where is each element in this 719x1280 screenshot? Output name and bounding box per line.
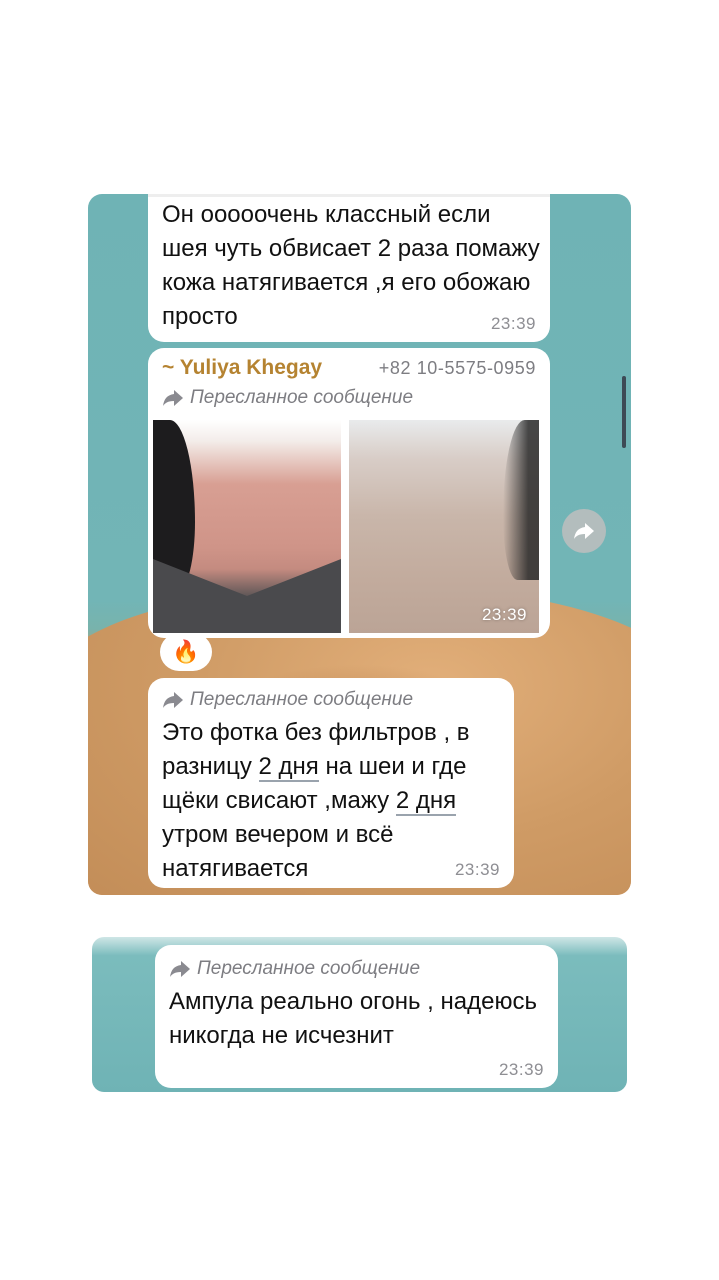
date-link[interactable]: 2 дня (258, 753, 319, 782)
neck-photo-before[interactable] (153, 420, 341, 633)
forwarded-label-text: Пересланное сообщение (197, 958, 421, 979)
photo-album: 23:39 (153, 420, 539, 633)
share-arrow-icon (574, 523, 594, 539)
forwarded-label-text: Пересланное сообщение (190, 387, 414, 408)
sender-row: ~ Yuliya Khegay +82 10-5575-0959 (162, 354, 536, 382)
fire-reaction[interactable]: 🔥 (160, 633, 212, 671)
share-button[interactable] (562, 509, 606, 553)
neck-photo-after[interactable]: 23:39 (349, 420, 539, 633)
sender-name[interactable]: ~ Yuliya Khegay (162, 356, 322, 380)
message-text-part: утром вечером и всё натягивается (162, 821, 394, 882)
scrollbar[interactable] (622, 376, 626, 448)
message-text: Он ооооочень классный если шея чуть обви… (162, 201, 540, 330)
message-time: 23:39 (481, 605, 527, 624)
message-time: 23:39 (498, 1060, 544, 1079)
message-bubble[interactable]: Пересланное сообщение Ампула реально ого… (155, 945, 558, 1088)
fire-icon: 🔥 (172, 639, 200, 664)
message-bubble[interactable]: Пересланное сообщение Это фотка без филь… (148, 678, 514, 888)
bubble-edge (148, 194, 550, 197)
message-time: 23:39 (454, 860, 500, 879)
forwarded-label: Пересланное сообщение (162, 686, 413, 714)
date-link[interactable]: 2 дня (395, 787, 457, 816)
forward-arrow-icon (170, 961, 190, 977)
message-bubble[interactable]: Он ооооочень классный если шея чуть обви… (148, 194, 550, 342)
forward-arrow-icon (163, 692, 183, 708)
forwarded-label: Пересланное сообщение (162, 384, 413, 412)
message-time: 23:39 (490, 314, 536, 333)
message-text: Ампула реально огонь , надеюсь никогда н… (169, 988, 537, 1049)
forward-arrow-icon (163, 390, 183, 406)
photo-message-bubble[interactable]: ~ Yuliya Khegay +82 10-5575-0959 Пересла… (148, 348, 550, 638)
forwarded-label: Пересланное сообщение (169, 955, 420, 983)
photo-hair (503, 420, 539, 580)
sender-phone: +82 10-5575-0959 (378, 357, 536, 378)
forwarded-label-text: Пересланное сообщение (190, 689, 414, 710)
